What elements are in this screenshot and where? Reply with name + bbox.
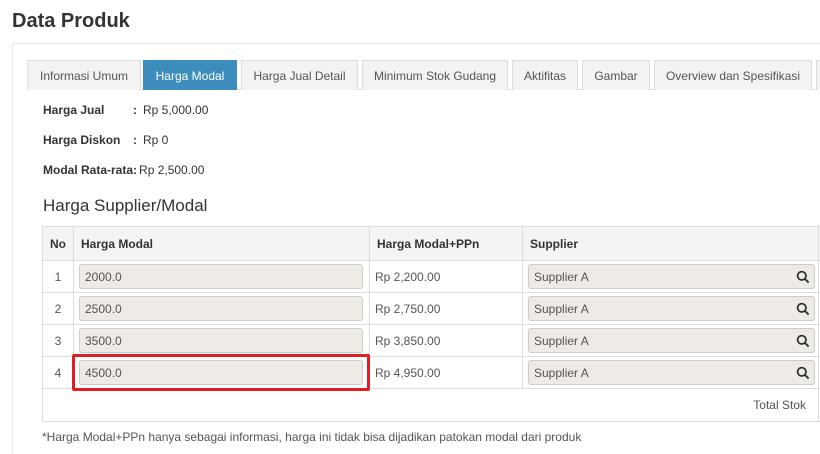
supplier-select[interactable]: Supplier A: [528, 296, 815, 321]
search-icon[interactable]: [796, 366, 810, 380]
supplier-table: No Harga Modal Harga Modal+PPn Supplier …: [42, 226, 820, 422]
tab-bar: Informasi Umum Harga Modal Harga Jual De…: [27, 60, 820, 90]
modal-label: Modal Rata-rata: [43, 163, 134, 177]
table-footer-row: Total Stok: [42, 388, 820, 422]
search-icon[interactable]: [796, 334, 810, 348]
row-no: 2: [42, 292, 74, 325]
total-stok-label: Total Stok: [42, 388, 819, 422]
harga-ppn-cell: Rp 2,750.00: [369, 292, 523, 325]
tab-informasi-umum[interactable]: Informasi Umum: [27, 60, 141, 90]
supplier-cell: Supplier A: [522, 260, 819, 293]
supplier-value: Supplier A: [534, 301, 589, 316]
supplier-cell: Supplier A: [522, 292, 819, 325]
harga-diskon-value: Rp 0: [143, 133, 169, 147]
header-no: No: [42, 226, 74, 261]
row-no: 1: [42, 260, 74, 293]
modal-value: Rp 2,500.00: [139, 163, 205, 177]
header-supplier: Supplier: [522, 226, 819, 261]
tab-gambar[interactable]: Gambar: [582, 60, 650, 90]
table-header-row: No Harga Modal Harga Modal+PPn Supplier: [42, 226, 820, 261]
harga-jual-label: Harga Jual: [43, 103, 105, 117]
harga-modal-input[interactable]: 3500.0: [79, 328, 363, 353]
tab-overview-spesifikasi[interactable]: Overview dan Spesifikasi: [654, 60, 812, 90]
tab-harga-modal[interactable]: Harga Modal: [143, 60, 237, 90]
harga-ppn-cell: Rp 4,950.00: [369, 356, 523, 389]
header-harga-ppn: Harga Modal+PPn: [369, 226, 523, 261]
search-icon[interactable]: [796, 302, 810, 316]
section-title: Harga Supplier/Modal: [43, 196, 208, 215]
supplier-select[interactable]: Supplier A: [528, 328, 815, 353]
harga-modal-input[interactable]: 2500.0: [79, 296, 363, 321]
table-row: 3 3500.0 Rp 3,850.00 Supplier A: [42, 324, 820, 357]
table-row: 4 4500.0 Rp 4,950.00 Supplier A: [42, 356, 820, 389]
search-icon[interactable]: [796, 270, 810, 284]
tab-harga-jual-detail[interactable]: Harga Jual Detail: [241, 60, 358, 90]
row-no: 3: [42, 324, 74, 357]
modal-row: Modal Rata-rata : Rp 2,500.00: [43, 163, 204, 177]
harga-diskon-colon: :: [133, 133, 137, 147]
harga-modal-cell: 4500.0: [73, 356, 370, 389]
header-harga-modal: Harga Modal: [73, 226, 370, 261]
harga-jual-value: Rp 5,000.00: [143, 103, 209, 117]
footnote: *Harga Modal+PPn hanya sebagai informasi…: [42, 430, 582, 444]
harga-modal-cell: 3500.0: [73, 324, 370, 357]
row-no: 4: [42, 356, 74, 389]
harga-diskon-row: Harga Diskon : Rp 0: [43, 133, 168, 147]
harga-ppn-cell: Rp 2,200.00: [369, 260, 523, 293]
harga-diskon-label: Harga Diskon: [43, 133, 121, 147]
supplier-select[interactable]: Supplier A: [528, 264, 815, 289]
harga-jual-colon: :: [133, 103, 137, 117]
supplier-value: Supplier A: [534, 333, 589, 348]
table-row: 1 2000.0 Rp 2,200.00 Supplier A: [42, 260, 820, 293]
supplier-value: Supplier A: [534, 365, 589, 380]
tab-aktifitas[interactable]: Aktifitas: [512, 60, 578, 90]
supplier-select[interactable]: Supplier A: [528, 360, 815, 385]
harga-modal-cell: 2000.0: [73, 260, 370, 293]
harga-modal-input[interactable]: 2000.0: [79, 264, 363, 289]
harga-modal-cell: 2500.0: [73, 292, 370, 325]
supplier-cell: Supplier A: [522, 356, 819, 389]
tab-minimum-stok-gudang[interactable]: Minimum Stok Gudang: [362, 60, 508, 90]
supplier-value: Supplier A: [534, 269, 589, 284]
supplier-cell: Supplier A: [522, 324, 819, 357]
harga-ppn-cell: Rp 3,850.00: [369, 324, 523, 357]
tab-more[interactable]: [816, 60, 820, 90]
page-title: Data Produk: [12, 10, 130, 32]
harga-modal-input[interactable]: 4500.0: [79, 360, 363, 385]
harga-jual-row: Harga Jual : Rp 5,000.00: [43, 103, 208, 117]
table-row: 2 2500.0 Rp 2,750.00 Supplier A: [42, 292, 820, 325]
